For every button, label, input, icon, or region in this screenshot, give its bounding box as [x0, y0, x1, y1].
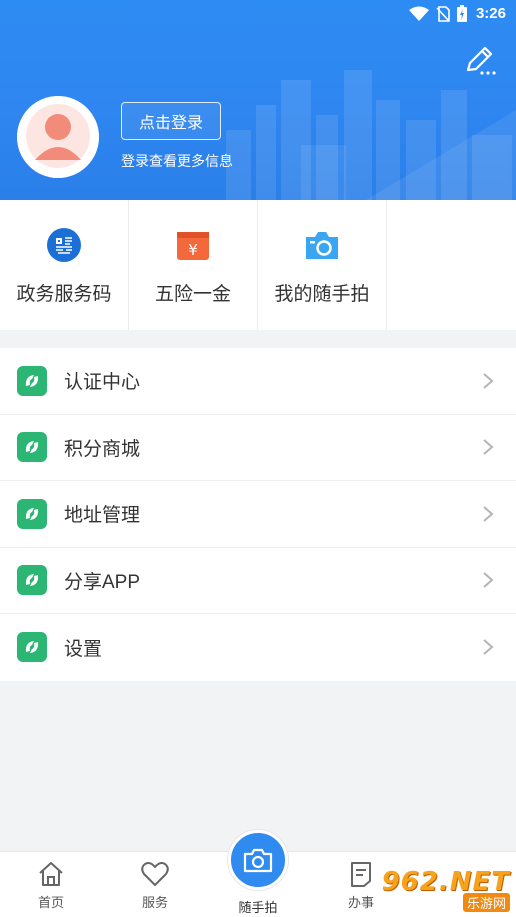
qr-code-icon — [45, 226, 83, 264]
avatar[interactable] — [17, 96, 99, 178]
wifi-icon — [408, 6, 429, 21]
menu-item-label: 地址管理 — [64, 505, 141, 527]
chevron-right-icon — [483, 572, 494, 589]
profile-header: 3:26 点击登录 登录查看更多信息 — [0, 0, 516, 200]
app-icon — [17, 365, 47, 396]
menu-item-share-app[interactable]: 分享APP — [0, 548, 516, 614]
quick-action-label: 政务服务码 — [16, 284, 112, 305]
site-watermark: 962.NET 乐游网 — [376, 863, 516, 915]
menu-item-points-mall[interactable]: 积分商城 — [0, 415, 516, 481]
menu-item-certification[interactable]: 认证中心 — [0, 348, 516, 415]
status-time: 3:26 — [475, 5, 506, 22]
nav-home[interactable]: 首页 — [16, 860, 86, 911]
menu-item-label: 分享APP — [64, 571, 141, 593]
heart-icon — [141, 862, 169, 886]
menu-item-label: 积分商城 — [64, 438, 141, 460]
svg-text:¥: ¥ — [188, 241, 198, 259]
quick-action-my-snapshot[interactable]: 我的随手拍 — [258, 200, 387, 330]
login-hint: 登录查看更多信息 — [121, 153, 233, 169]
camera-icon — [243, 848, 273, 873]
nav-label: 首页 — [37, 895, 64, 910]
quick-action-service-code[interactable]: 政务服务码 — [0, 200, 129, 330]
quick-action-label: 我的随手拍 — [274, 284, 370, 305]
quick-action-insurance[interactable]: ¥ 五险一金 — [129, 200, 258, 330]
nav-label: 办事 — [347, 895, 374, 910]
app-icon — [17, 565, 47, 596]
nav-service[interactable]: 服务 — [120, 860, 190, 911]
app-icon — [17, 632, 47, 663]
nav-label: 随手拍 — [238, 900, 278, 915]
user-avatar-icon — [17, 96, 99, 178]
chevron-right-icon — [483, 639, 494, 656]
menu-item-label: 认证中心 — [64, 372, 141, 394]
battery-icon — [456, 5, 467, 22]
pencil-icon — [466, 46, 496, 75]
quick-action-empty-slot — [387, 200, 516, 330]
camera-icon — [303, 226, 341, 264]
menu-item-label: 设置 — [64, 638, 103, 660]
app-icon — [17, 498, 47, 529]
menu-item-address[interactable]: 地址管理 — [0, 481, 516, 548]
bottom-navigation: 首页 服务 随手拍 办事 962.NET 乐游网 — [0, 830, 516, 917]
nav-snapshot-button[interactable] — [228, 830, 288, 890]
no-sim-icon — [436, 5, 450, 22]
menu-item-settings[interactable]: 设置 — [0, 614, 516, 681]
chevron-right-icon — [483, 372, 494, 389]
app-icon — [17, 432, 47, 463]
chevron-right-icon — [483, 439, 494, 456]
login-button[interactable]: 点击登录 — [121, 102, 221, 140]
document-icon — [351, 862, 371, 887]
status-bar: 3:26 — [0, 0, 516, 30]
nav-label: 服务 — [141, 895, 168, 910]
quick-actions-panel: 政务服务码 ¥ 五险一金 我的随手拍 — [0, 200, 516, 330]
menu-list: 认证中心 积分商城 地址管理 分享APP 设置 — [0, 348, 516, 681]
home-icon — [39, 862, 63, 886]
quick-action-label: 五险一金 — [154, 284, 231, 305]
chevron-right-icon — [483, 505, 494, 522]
edit-profile-button[interactable] — [462, 42, 498, 78]
wallet-icon: ¥ — [174, 226, 212, 264]
watermark-sub: 乐游网 — [462, 892, 510, 912]
